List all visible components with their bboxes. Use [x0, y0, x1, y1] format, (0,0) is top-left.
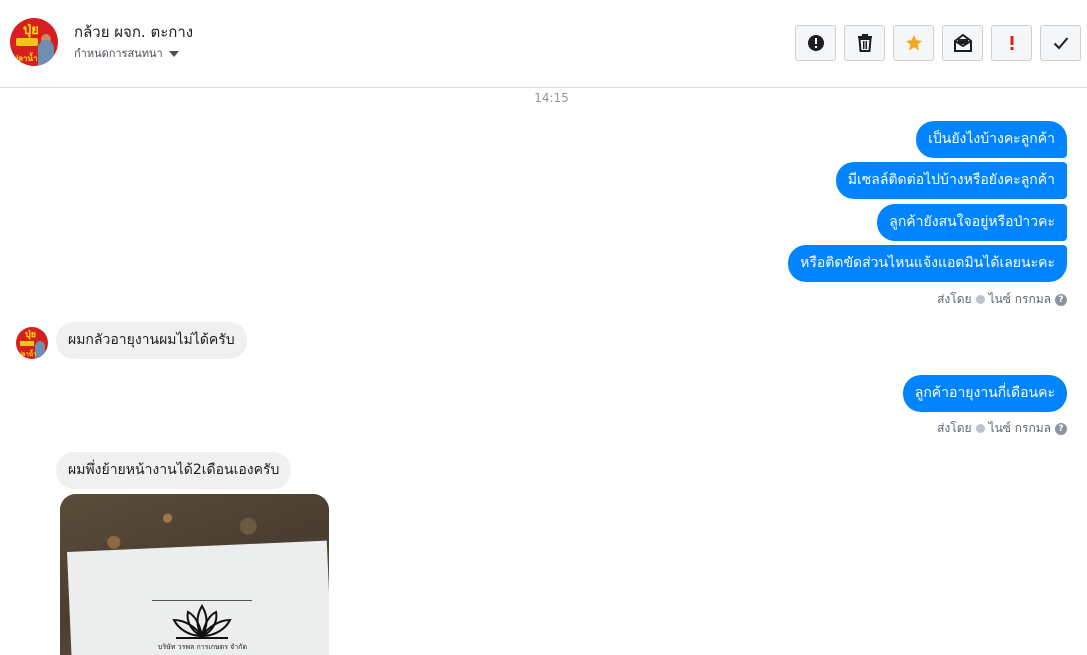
outgoing-message[interactable]: หรือติดขัดส่วนไหนแจ้งแอดมินได้เลยนะคะ — [788, 245, 1067, 282]
action-toolbar — [795, 25, 1081, 61]
sender-name[interactable]: ไนซ์ กรกมล — [989, 290, 1051, 309]
outgoing-message[interactable]: ลูกค้าอายุงานกี่เดือนคะ — [902, 375, 1067, 412]
mark-unread-button[interactable] — [942, 25, 983, 61]
help-icon[interactable]: ? — [1055, 293, 1067, 306]
alert-circle-icon — [807, 35, 824, 51]
sender-dot-icon — [975, 424, 985, 433]
delete-button[interactable] — [844, 25, 885, 61]
outgoing-message[interactable]: ลูกค้ายังสนใจอยู่หรือป่าวคะ — [877, 204, 1067, 241]
sent-by-prefix: ส่งโดย — [937, 421, 972, 435]
contact-avatar-small[interactable]: ปุ่ย ปลาน้ำ — [16, 327, 48, 359]
photo-caption: บริษัท วรพล การเกษตร จำกัด — [158, 643, 247, 651]
conversation-header: ปุ่ย ปลาน้ำ กล้วย ผจก. ตะกาง กำหนดการสนท… — [0, 0, 1087, 88]
conversation-schedule-dropdown[interactable]: กำหนดการสนทนา — [74, 44, 179, 62]
contact-name[interactable]: กล้วย ผจก. ตะกาง — [74, 20, 193, 44]
outgoing-message[interactable]: เป็นยังไงบ้างคะลูกค้า — [916, 121, 1067, 158]
star-icon — [905, 34, 922, 51]
incoming-message[interactable]: ผมกลัวอายุงานผมไม่ได้ครับ — [56, 322, 247, 359]
important-button[interactable] — [991, 25, 1032, 61]
mark-done-button[interactable] — [1040, 25, 1081, 61]
message-timestamp: 14:15 — [534, 91, 569, 105]
sent-by-label: ส่งโดย ไนซ์ กรกมล ? — [937, 290, 1067, 309]
sent-by-prefix: ส่งโดย — [937, 292, 972, 306]
trash-icon — [857, 34, 872, 52]
help-icon[interactable]: ? — [1055, 422, 1067, 435]
conversation-schedule-label: กำหนดการสนทนา — [74, 47, 163, 60]
incoming-message[interactable]: ผมพึ่งย้ายหน้างานได้2เดือนเองครับ — [56, 452, 292, 489]
photo-attachment[interactable]: บริษัท วรพล การเกษตร จำกัด — [60, 494, 329, 655]
checkmark-icon — [1053, 37, 1068, 50]
exclamation-icon — [1010, 36, 1013, 50]
envelope-open-icon — [953, 34, 972, 52]
lotus-logo-icon — [172, 604, 232, 639]
sent-by-label: ส่งโดย ไนซ์ กรกมล ? — [937, 419, 1067, 438]
star-button[interactable] — [893, 25, 934, 61]
outgoing-message[interactable]: มีเซลล์ติดต่อไปบ้างหรือยังคะลูกค้า — [835, 162, 1067, 199]
report-button[interactable] — [795, 25, 836, 61]
sender-dot-icon — [975, 295, 985, 304]
sender-name[interactable]: ไนซ์ กรกมล — [989, 419, 1051, 438]
contact-avatar[interactable]: ปุ่ย ปลาน้ำ — [10, 18, 58, 66]
caret-down-icon — [168, 51, 179, 57]
